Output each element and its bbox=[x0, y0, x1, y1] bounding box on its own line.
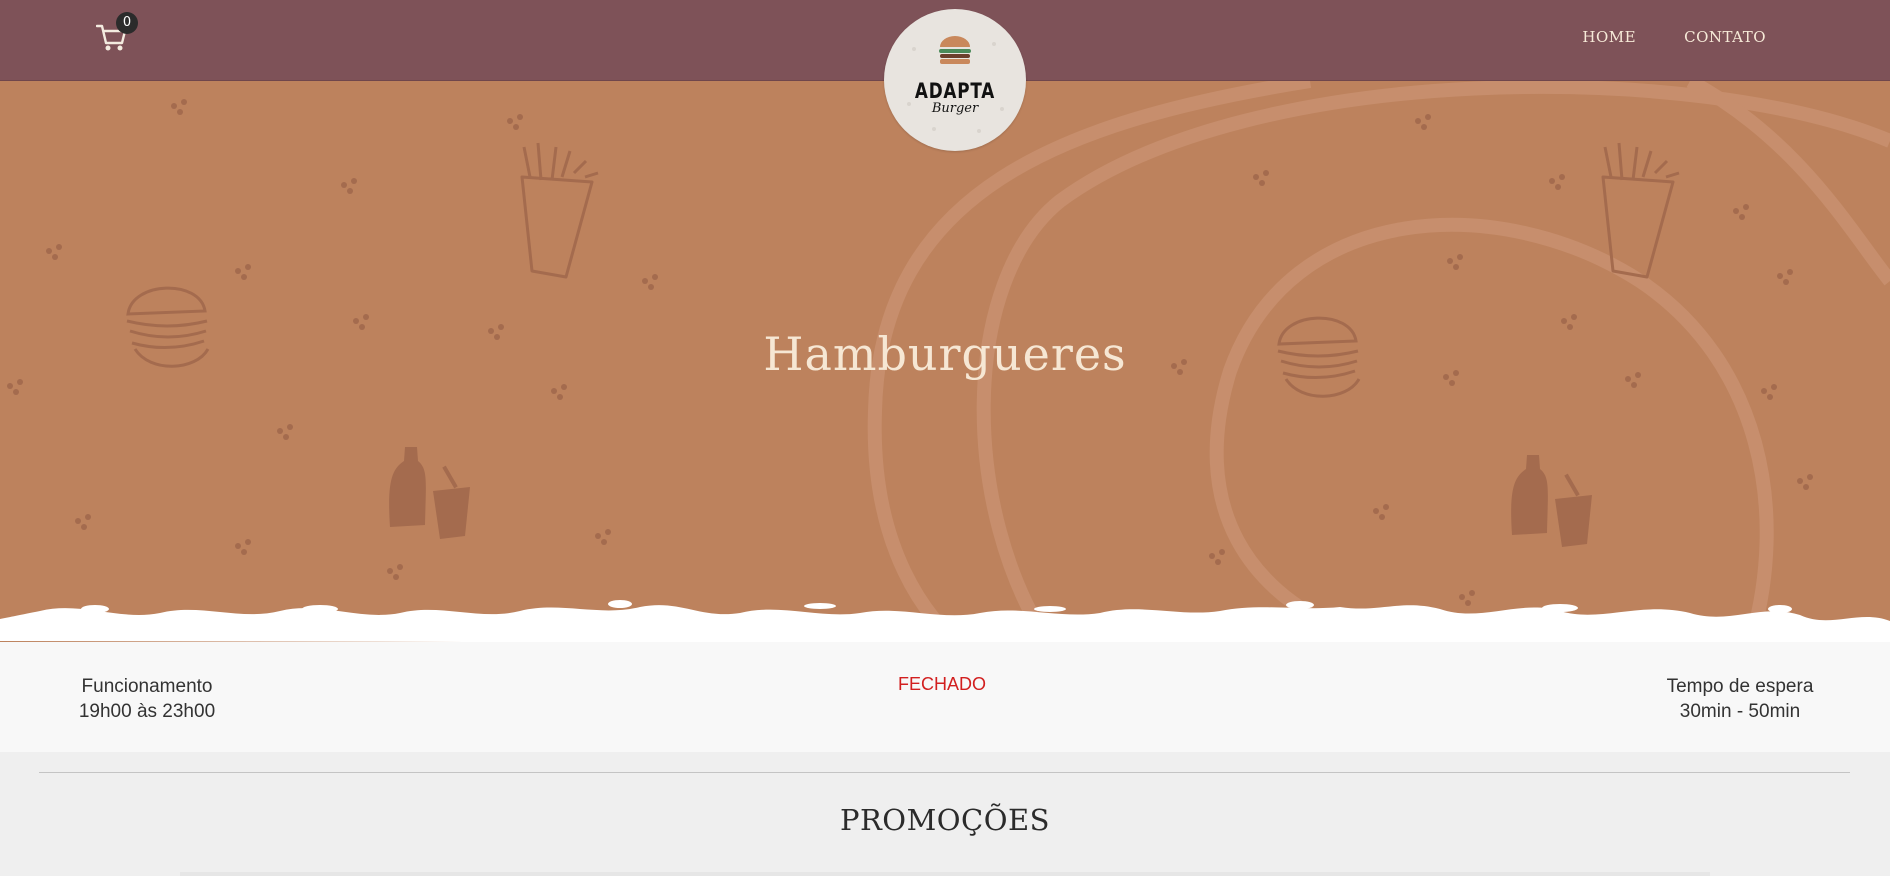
brand-logo[interactable]: ADAPTA Burger bbox=[884, 9, 1026, 151]
promotions-title: PROMOÇÕES bbox=[839, 803, 1051, 837]
fries-icon bbox=[520, 142, 599, 279]
logo-brand-text: ADAPTA bbox=[914, 79, 996, 103]
section-divider bbox=[39, 772, 1850, 773]
cup-with-straw-icon bbox=[433, 465, 1592, 547]
wait-time: Tempo de espera 30min - 50min bbox=[1660, 674, 1820, 724]
main-nav: HOME CONTATO bbox=[1582, 28, 1766, 46]
opening-hours: Funcionamento 19h00 às 23h00 bbox=[70, 674, 224, 724]
wait-time-value: 30min - 50min bbox=[1679, 701, 1801, 722]
cart-button[interactable]: 0 bbox=[96, 12, 138, 58]
promo-card-edge bbox=[180, 872, 1710, 876]
wait-time-label: Tempo de espera bbox=[1666, 676, 1814, 697]
store-status: FECHADO bbox=[897, 674, 986, 694]
nav-home-link[interactable]: HOME bbox=[1582, 28, 1636, 46]
hero-title: Hamburgueres bbox=[763, 327, 1127, 381]
store-info-bar: Funcionamento 19h00 às 23h00 FECHADO Tem… bbox=[0, 642, 1890, 752]
soda-bottle-icon bbox=[389, 447, 1548, 535]
nav-contact-link[interactable]: CONTATO bbox=[1684, 28, 1766, 46]
cart-count-badge: 0 bbox=[116, 12, 138, 34]
opening-hours-value: 19h00 às 23h00 bbox=[78, 701, 216, 722]
logo-sub-text: Burger bbox=[931, 101, 979, 116]
opening-hours-label: Funcionamento bbox=[81, 676, 213, 697]
hero-banner: Hamburgueres bbox=[0, 81, 1890, 645]
